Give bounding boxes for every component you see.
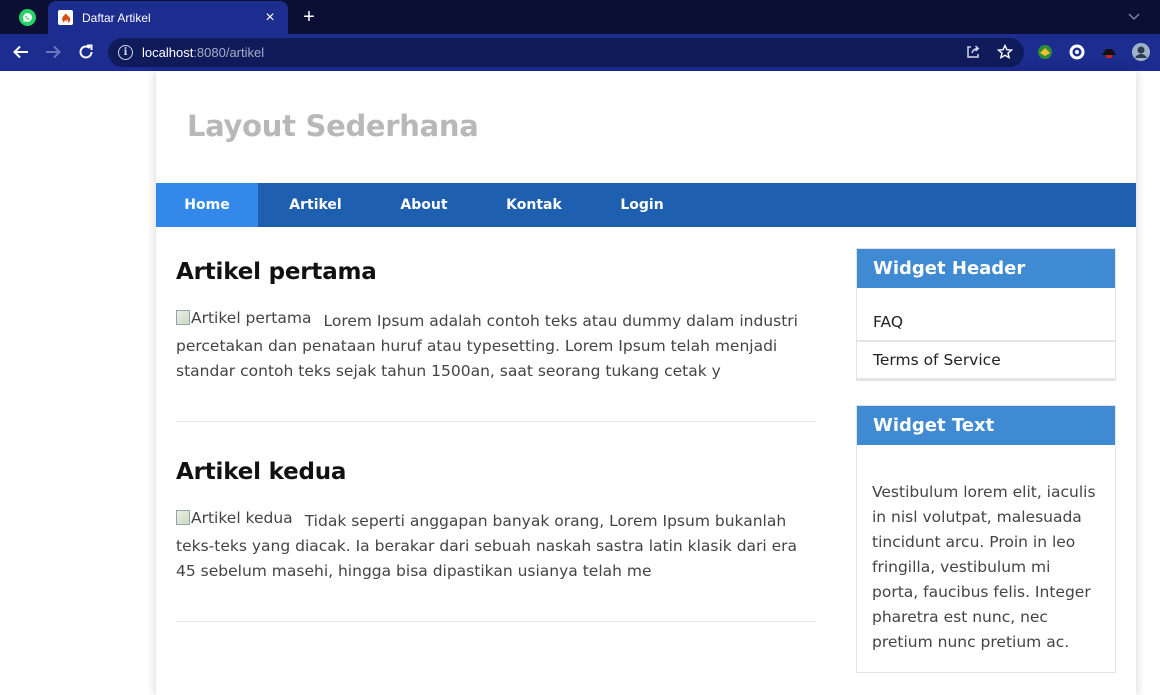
profile-avatar-icon[interactable]: [1131, 42, 1151, 62]
tab-close-icon[interactable]: ×: [262, 9, 278, 26]
widget-link-list: FAQ Terms of Service: [857, 288, 1115, 380]
whatsapp-icon: [18, 8, 36, 26]
article-title[interactable]: Artikel pertama: [176, 259, 377, 285]
back-arrow-icon[interactable]: [10, 41, 32, 63]
nav-item-login[interactable]: Login: [593, 183, 691, 227]
widget-text-body: Vestibulum lorem elit, iaculis in nisl v…: [872, 483, 1096, 651]
browser-tab-strip: Daftar Artikel × +: [0, 0, 1160, 34]
site-title: Layout Sederhana: [187, 109, 479, 143]
forward-arrow-icon[interactable]: [42, 41, 64, 63]
extension-icon[interactable]: [1035, 42, 1055, 62]
widget-link-faq[interactable]: FAQ: [857, 304, 1115, 342]
pinned-tab-whatsapp[interactable]: [10, 6, 44, 28]
widget-link-terms[interactable]: Terms of Service: [857, 342, 1115, 380]
address-bar[interactable]: i localhost:8080/artikel: [108, 38, 1024, 67]
star-icon[interactable]: [996, 43, 1014, 61]
nav-item-home[interactable]: Home: [156, 183, 258, 227]
url-host: localhost: [142, 45, 194, 60]
url-path: :8080/artikel: [193, 45, 265, 60]
nav-item-about[interactable]: About: [373, 183, 475, 227]
info-icon[interactable]: i: [118, 45, 133, 60]
article-divider: [176, 621, 816, 622]
reload-icon[interactable]: [75, 41, 97, 63]
article-excerpt: Artikel kedua Tidak seperti anggapan bany…: [176, 506, 816, 584]
main-navbar: Home Artikel About Kontak Login: [156, 183, 1136, 227]
widget-header-box: Widget Header FAQ Terms of Service: [856, 248, 1116, 381]
article-excerpt: Artikel pertama Lorem Ipsum adalah contoh…: [176, 306, 816, 384]
nav-item-artikel[interactable]: Artikel: [258, 183, 373, 227]
extension-icon[interactable]: [1067, 42, 1087, 62]
codeigniter-icon: [58, 10, 73, 25]
article-divider: [176, 421, 816, 422]
widget-header-title: Widget Header: [857, 249, 1115, 288]
broken-image-icon: [176, 510, 190, 525]
article-title[interactable]: Artikel kedua: [176, 459, 346, 485]
new-tab-button[interactable]: +: [298, 6, 320, 28]
widget-text-title: Widget Text: [857, 406, 1115, 445]
active-browser-tab[interactable]: Daftar Artikel ×: [48, 1, 288, 34]
broken-image-icon: [176, 310, 190, 325]
site-container: Layout Sederhana Home Artikel About Kont…: [156, 71, 1136, 695]
share-icon[interactable]: [964, 43, 982, 61]
browser-toolbar: i localhost:8080/artikel: [0, 34, 1160, 71]
tab-title: Daftar Artikel: [82, 10, 151, 25]
article-image: Artikel kedua: [176, 506, 293, 531]
nav-item-kontak[interactable]: Kontak: [475, 183, 593, 227]
article-image: Artikel pertama: [176, 306, 311, 331]
extension-icon[interactable]: [1099, 42, 1119, 62]
site-header: Layout Sederhana: [156, 71, 1136, 183]
tab-search-chevron-icon[interactable]: [1126, 8, 1142, 24]
widget-text-box: Widget Text Vestibulum lorem elit, iacul…: [856, 405, 1116, 673]
